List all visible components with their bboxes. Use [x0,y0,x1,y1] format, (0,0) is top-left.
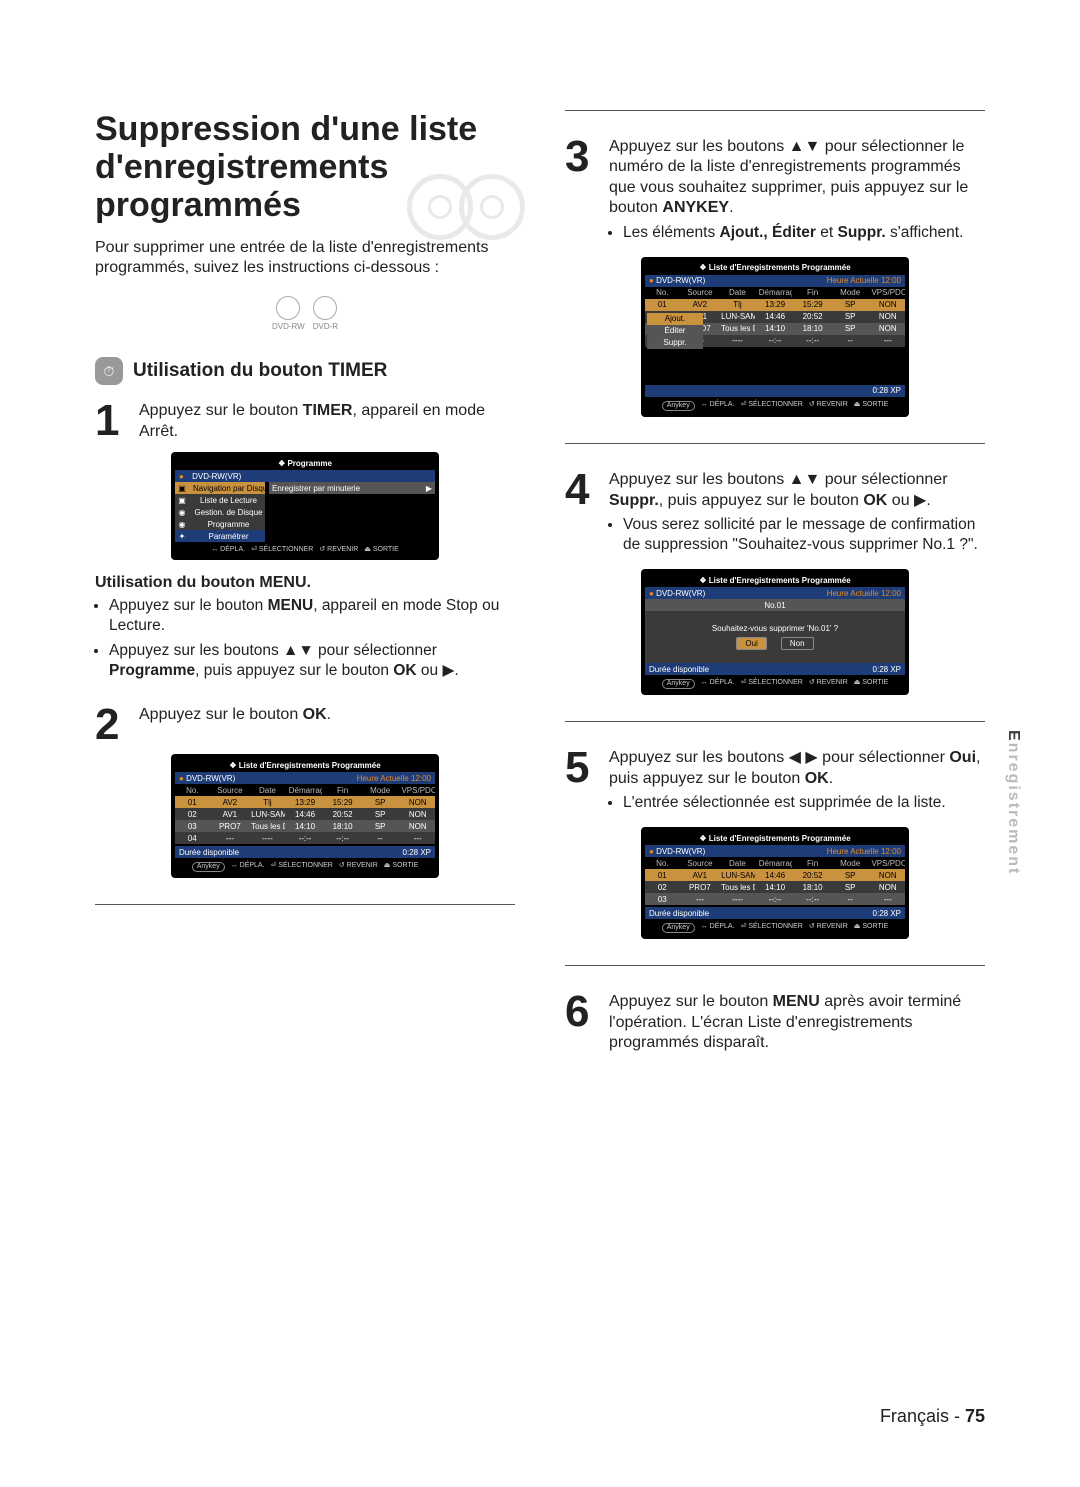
tv-screenshot-context-menu: ❖ Liste d'Enregistrements Programmée ● D… [641,257,909,417]
page-footer: Français - 75 [880,1406,985,1427]
section-divider [565,721,985,722]
step-4-number: 4 [565,470,601,510]
step-2-number: 2 [95,705,131,745]
step-3-number: 3 [565,137,601,177]
timer-icon: ⏱ [95,357,123,385]
step-3: 3 Appuyez sur les boutons ▲▼ pour sélect… [565,137,985,247]
menu-subheading: Utilisation du bouton MENU. [95,574,515,592]
tv-screenshot-after-delete: ❖ Liste d'Enregistrements Programmée ● D… [641,827,909,939]
section-divider [565,965,985,966]
step-1-number: 1 [95,401,131,441]
section-tab: Enregistrement [1004,730,1022,875]
step-1: 1 Appuyez sur le bouton TIMER, appareil … [95,401,515,442]
right-column: 3 Appuyez sur les boutons ▲▼ pour sélect… [565,110,985,1060]
step-6: 6 Appuyez sur le bouton MENU après avoir… [565,992,985,1053]
step-5: 5 Appuyez sur les boutons ◀ ▶ pour sélec… [565,748,985,817]
intro-text: Pour supprimer une entrée de la liste d'… [95,238,515,278]
left-column: Suppression d'une liste d'enregistrement… [95,110,515,1060]
tv-screenshot-list: ❖ Liste d'Enregistrements Programmée ● D… [171,754,439,878]
tv-screenshot-confirm: ❖ Liste d'Enregistrements Programmée ● D… [641,569,909,695]
section-divider [565,110,985,111]
section-divider [565,443,985,444]
section-divider [95,904,515,905]
step-6-number: 6 [565,992,601,1032]
tv-screenshot-menu: ❖ Programme ● DVD-RW(VR) ▣Navigation par… [171,452,439,560]
step-5-number: 5 [565,748,601,788]
disc-art-icon [421,174,525,240]
step-4: 4 Appuyez sur les boutons ▲▼ pour sélect… [565,470,985,559]
timer-heading-text: Utilisation du bouton TIMER [133,360,387,382]
step-2: 2 Appuyez sur le bouton OK. [95,705,515,745]
dvd-rw-badge: DVD-RW [272,296,305,331]
timer-heading: ⏱ Utilisation du bouton TIMER [95,357,515,385]
dvd-r-badge: DVD-R [313,296,338,331]
title-block: Suppression d'une liste d'enregistrement… [95,110,515,224]
disc-compatibility: DVD-RW DVD-R [95,296,515,331]
menu-instructions: Appuyez sur le bouton MENU, appareil en … [95,596,515,681]
